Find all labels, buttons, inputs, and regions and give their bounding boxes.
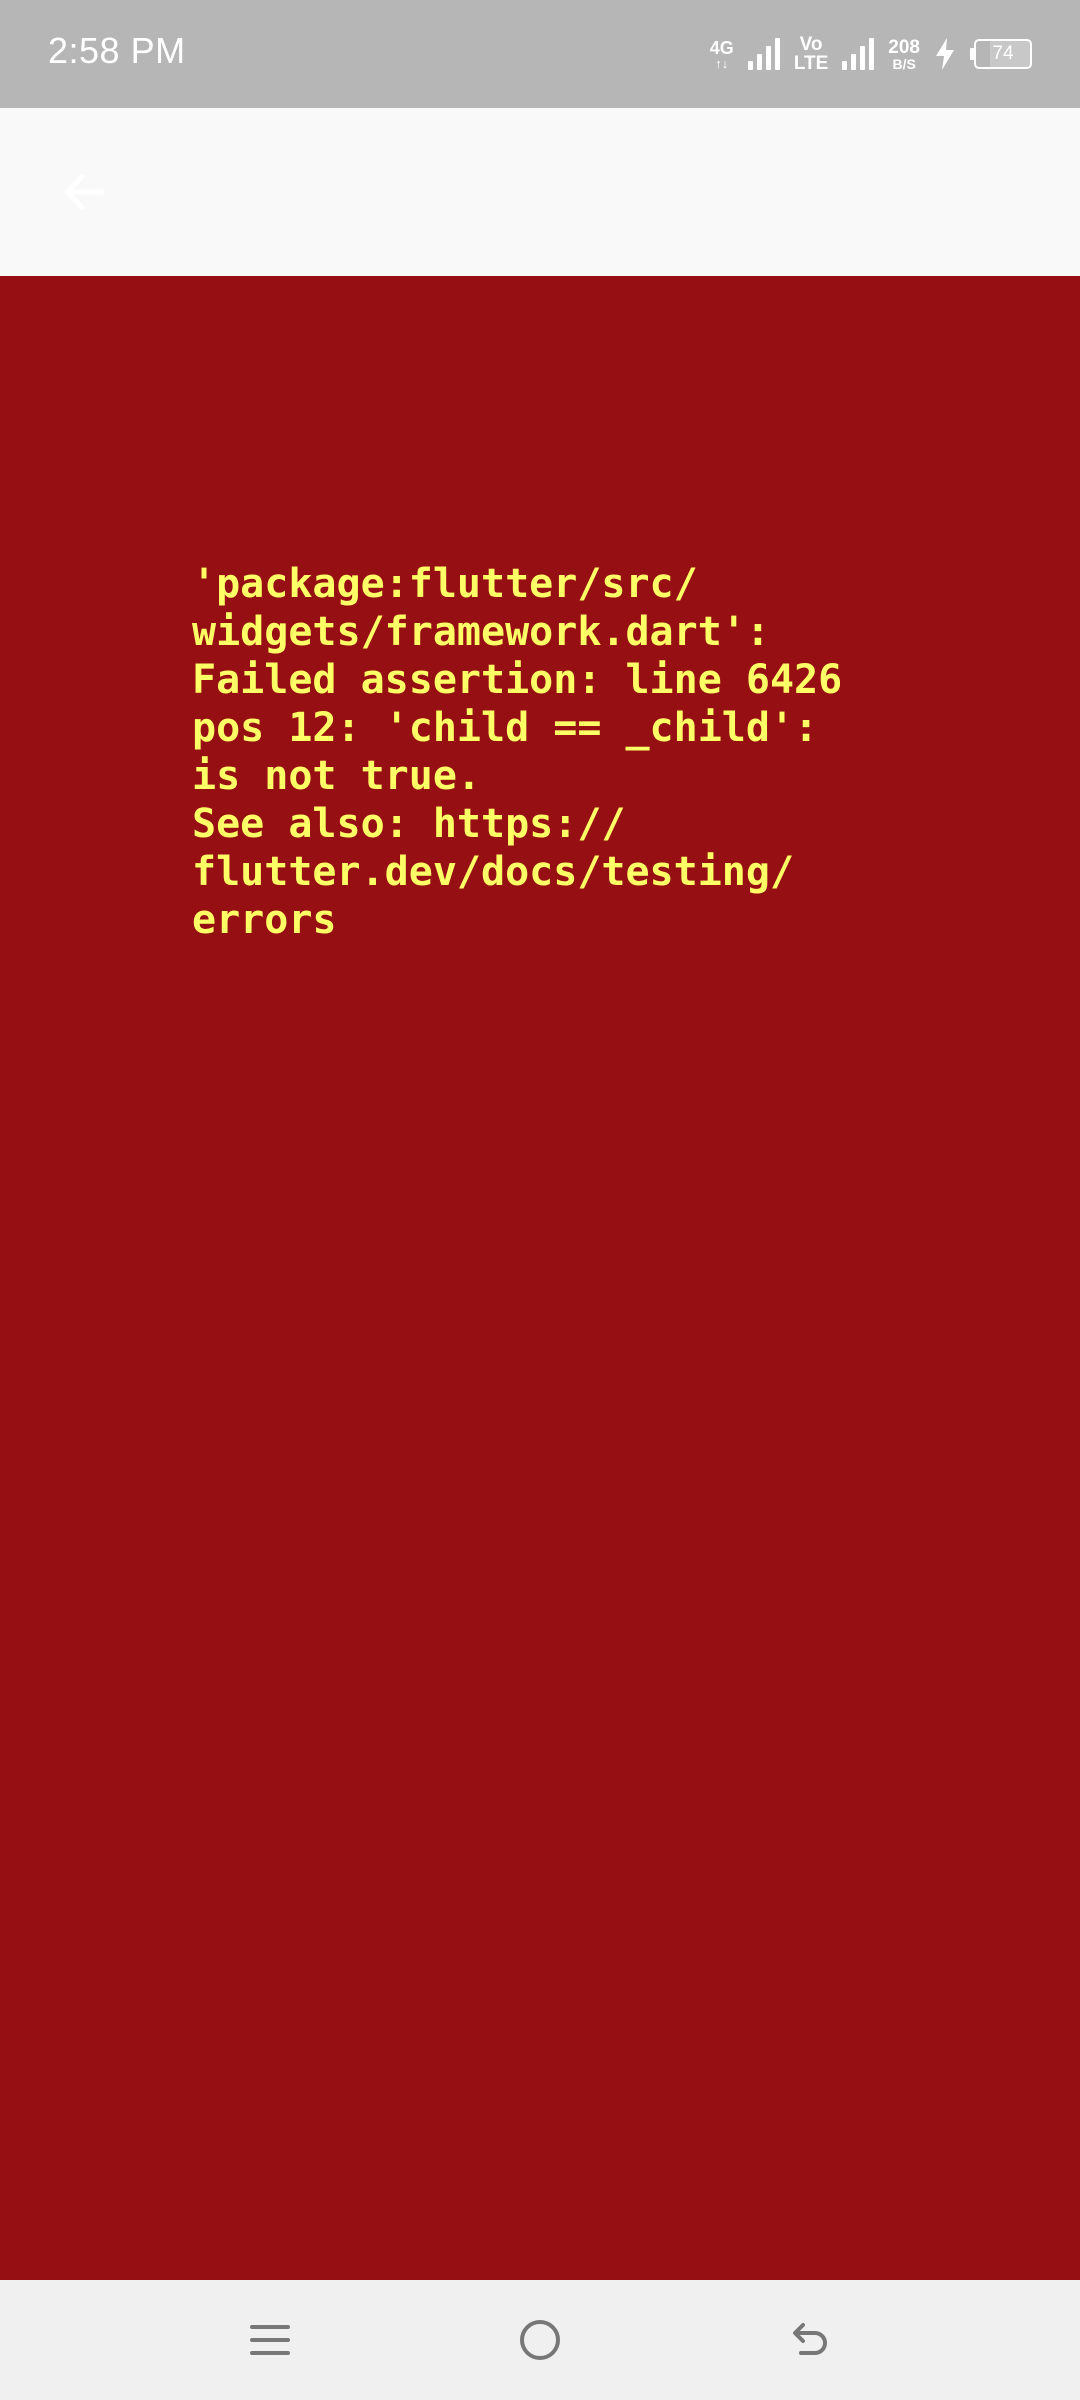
status-bar: 2:58 PM 4G ↑↓ Vo LTE 208 B/S 74 <box>0 0 1080 108</box>
network-type-badge: 4G ↑↓ <box>710 39 734 70</box>
network-speed-value: 208 <box>888 36 920 58</box>
back-icon <box>793 2323 827 2355</box>
app-bar <box>0 108 1080 276</box>
recent-apps-button[interactable] <box>240 2310 300 2370</box>
system-back-button[interactable] <box>780 2310 840 2370</box>
volte-top-label: Vo <box>799 34 823 55</box>
arrow-left-icon <box>64 174 105 210</box>
error-message: 'package:flutter/src/ widgets/framework.… <box>192 561 843 943</box>
back-button[interactable] <box>48 156 120 228</box>
volte-bottom-label: LTE <box>793 53 829 74</box>
error-screen: 'package:flutter/src/ widgets/framework.… <box>0 276 1080 2280</box>
network-activity-label: ↑↓ <box>715 55 729 71</box>
volte-badge: Vo LTE <box>794 35 828 73</box>
home-icon <box>520 2320 560 2360</box>
signal-icon <box>747 38 780 70</box>
navigation-bar <box>0 2280 1080 2400</box>
signal-icon <box>842 38 875 70</box>
home-button[interactable] <box>510 2310 570 2370</box>
charging-icon <box>936 38 954 70</box>
menu-icon <box>250 2325 290 2355</box>
network-speed: 208 B/S <box>888 38 920 71</box>
network-speed-unit: B/S <box>892 55 916 72</box>
status-icons: 4G ↑↓ Vo LTE 208 B/S 74 <box>710 28 1032 80</box>
battery-level: 74 <box>992 43 1014 64</box>
network-type-label: 4G <box>709 37 734 58</box>
status-time: 2:58 PM <box>48 30 186 71</box>
battery-icon: 74 <box>970 39 1032 69</box>
